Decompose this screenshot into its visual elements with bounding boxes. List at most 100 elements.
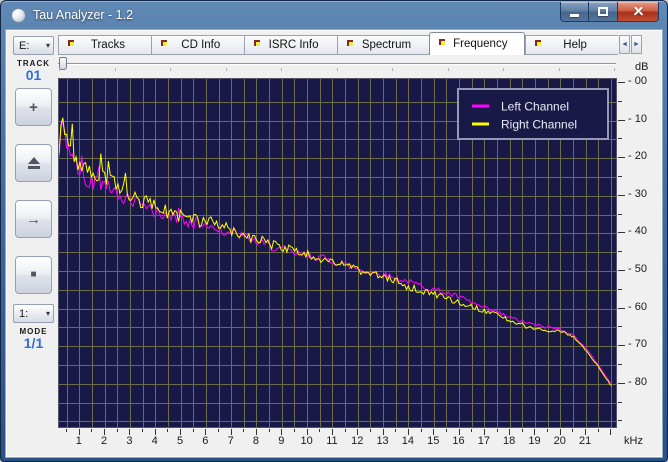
x-axis-label: 15	[427, 435, 440, 447]
x-axis-tick	[572, 429, 574, 432]
x-axis-tick	[167, 429, 169, 432]
drive-select[interactable]: E: ▾	[13, 36, 54, 55]
x-axis-tick	[116, 429, 118, 432]
y-axis-tick	[618, 213, 622, 215]
y-axis-label: - 30	[628, 187, 647, 200]
x-axis-label: 2	[101, 435, 108, 447]
tab-cd-info[interactable]: CD Info	[150, 35, 244, 55]
tab-scroll-left[interactable]: ◄	[619, 35, 631, 54]
slider-tick	[336, 68, 338, 71]
tab-label: Frequency	[453, 38, 508, 50]
legend-label: Right Channel	[501, 118, 577, 132]
x-axis-label: 9	[278, 435, 285, 447]
y-axis-tick	[618, 100, 622, 102]
y-axis-tick	[618, 326, 622, 328]
x-axis-tick	[319, 429, 321, 432]
x-axis-label: 1	[75, 435, 82, 447]
x-axis-label: 11	[326, 435, 338, 447]
x-axis-unit: kHz	[624, 435, 643, 447]
x-axis-tick	[243, 429, 245, 432]
tab-frequency[interactable]: Frequency	[429, 32, 526, 55]
slider-thumb[interactable]	[59, 57, 67, 70]
y-axis-label: - 10	[628, 112, 647, 125]
maximize-icon	[598, 7, 608, 16]
maximize-button[interactable]	[589, 2, 617, 22]
x-axis-tick	[142, 429, 144, 432]
app-window: Tau Analyzer - 1.2 E: ▾ TRACK 01 + → ■ 1: …	[0, 0, 668, 462]
x-axis-tick	[369, 429, 371, 432]
tab-isrc-info[interactable]: ISRC Info	[243, 35, 337, 55]
tab-label: Help	[563, 39, 587, 51]
frequency-chart: Left Channel Right Channel	[58, 78, 617, 428]
y-axis-tick	[618, 119, 625, 121]
y-axis-tick	[618, 401, 622, 403]
close-button[interactable]	[617, 2, 659, 22]
x-axis-label: 20	[553, 435, 566, 447]
stop-button[interactable]: ■	[15, 256, 52, 294]
x-axis-label: 17	[477, 435, 490, 447]
y-axis-label: - 00	[628, 75, 647, 87]
slider-track[interactable]	[58, 63, 616, 65]
plus-icon: +	[29, 98, 38, 116]
tab-indicator-icon	[253, 40, 260, 46]
y-axis-tick	[618, 251, 622, 253]
x-axis-label: 7	[227, 435, 234, 447]
x-axis-tick	[471, 429, 473, 432]
x-axis-label: 3	[126, 435, 133, 447]
x-axis-label: 16	[452, 435, 465, 447]
y-axis-label: - 80	[628, 375, 647, 388]
eject-button[interactable]	[15, 144, 52, 182]
titlebar[interactable]: Tau Analyzer - 1.2	[5, 1, 663, 29]
window-title: Tau Analyzer - 1.2	[33, 8, 134, 22]
x-axis-tick	[268, 429, 270, 432]
slider-tick	[59, 68, 60, 71]
tab-scroll-right-icon: ►	[633, 41, 640, 48]
next-button[interactable]: →	[15, 200, 52, 238]
slider-tick	[281, 68, 282, 71]
x-axis-label: 4	[151, 435, 158, 447]
slider-tick	[392, 68, 393, 71]
mode-value: 1/1	[23, 335, 44, 351]
tab-help[interactable]: Help	[525, 35, 619, 55]
x-axis-label: 12	[351, 435, 364, 447]
x-axis-tick	[496, 429, 498, 432]
y-axis-tick	[618, 194, 625, 196]
x-axis-tick	[293, 429, 295, 432]
y-axis-unit: dB	[635, 61, 649, 73]
x-axis-label: 19	[528, 435, 541, 447]
speed-select[interactable]: 1: ▾	[13, 304, 54, 323]
track-display: TRACK 01	[9, 59, 58, 83]
tab-bar: Tracks CD Info ISRC Info Spectrum Frequency H…	[58, 32, 643, 55]
tab-scroll-left-icon: ◄	[621, 41, 628, 48]
x-axis-label: 13	[376, 435, 389, 447]
x-axis-tick	[521, 429, 523, 432]
x-axis-tick	[547, 429, 549, 432]
tab-label: CD Info	[181, 39, 221, 51]
tab-label: ISRC Info	[268, 39, 319, 51]
tab-spectrum[interactable]: Spectrum	[336, 35, 430, 55]
tab-tracks[interactable]: Tracks	[58, 35, 151, 55]
square-icon: ■	[30, 269, 37, 280]
minimize-button[interactable]	[560, 2, 589, 22]
y-axis-label: - 40	[628, 225, 647, 238]
tab-indicator-icon	[535, 40, 542, 46]
slider-tick	[114, 68, 116, 71]
slider-tick	[558, 68, 560, 71]
content-area: E: ▾ TRACK 01 + → ■ 1: ▾ MODE 1/1 Tracks CD…	[5, 29, 663, 458]
x-axis-tick	[218, 429, 219, 432]
position-slider[interactable]	[58, 57, 616, 74]
tab-scroll-right[interactable]: ►	[631, 35, 643, 54]
y-axis-tick	[618, 307, 625, 309]
x-axis-tick	[395, 429, 397, 432]
y-axis-tick	[618, 345, 625, 347]
x-axis-tick	[344, 429, 346, 432]
chart-plot: Left Channel Right Channel	[58, 79, 616, 427]
tab-indicator-icon	[68, 40, 74, 46]
minimize-icon	[570, 14, 579, 17]
slider-tick	[503, 68, 504, 71]
y-axis-label: - 50	[628, 263, 647, 275]
app-icon	[11, 7, 26, 23]
plus-button[interactable]: +	[15, 88, 52, 126]
y-axis-tick	[618, 270, 625, 271]
x-axis-label: 10	[300, 435, 313, 447]
